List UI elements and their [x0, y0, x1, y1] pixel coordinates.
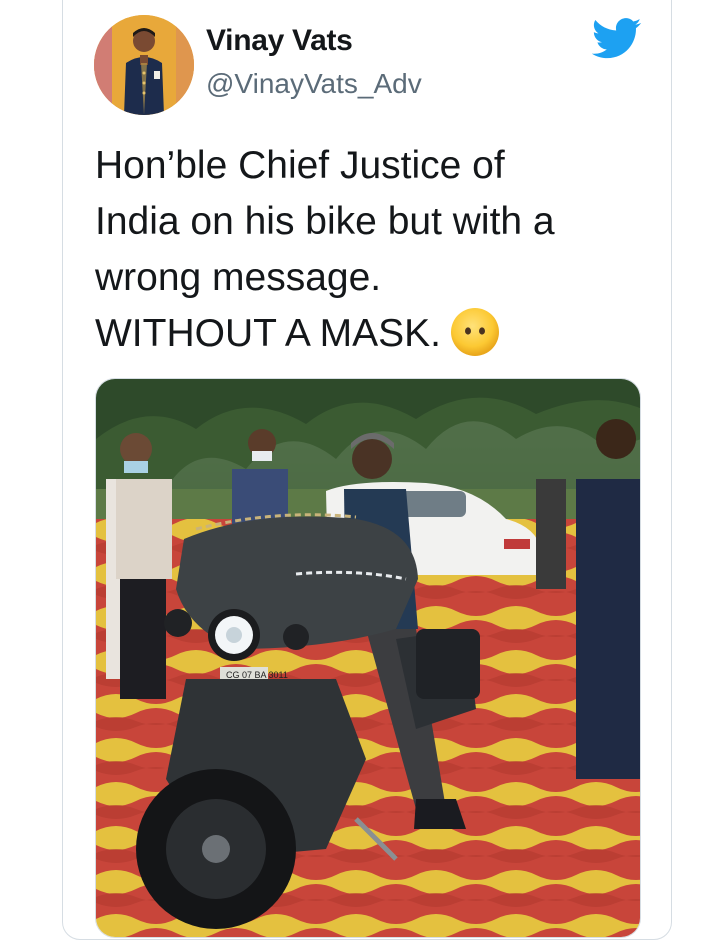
tweet-text-line-4-label: WITHOUT A MASK.: [95, 312, 441, 355]
tweet-text-line-2: India on his bike but with a: [95, 200, 555, 243]
twitter-bird-icon[interactable]: [591, 18, 642, 60]
tweet-photo[interactable]: CG 07 BA 3011: [95, 378, 641, 938]
tweet-text-line-3: wrong message.: [95, 256, 382, 299]
tweet-text: Hon’ble Chief Justice of India on his bi…: [95, 138, 655, 362]
face-without-mouth-emoji-icon: [449, 306, 501, 358]
tweet-text-line-1: Hon’ble Chief Justice of: [95, 144, 505, 187]
plate-text: CG 07 BA 3011: [226, 670, 288, 680]
author-handle[interactable]: @VinayVats_Adv: [206, 68, 422, 100]
author-avatar[interactable]: [94, 15, 194, 115]
tweet-text-line-4: WITHOUT A MASK.: [95, 306, 655, 362]
author-display-name[interactable]: Vinay Vats: [206, 24, 353, 58]
